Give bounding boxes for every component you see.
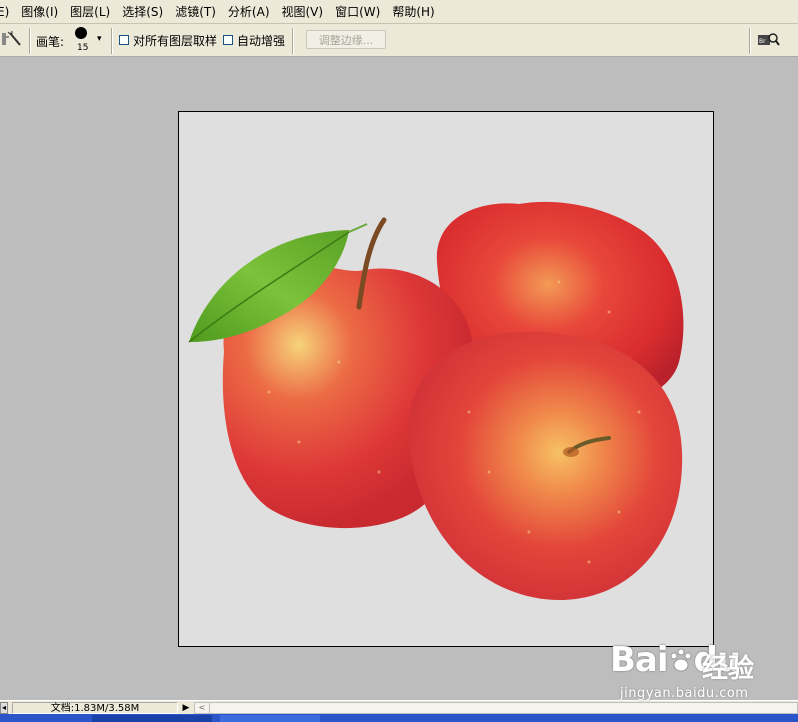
apples-image	[188, 201, 684, 601]
taskbar-button[interactable]	[92, 715, 212, 722]
separator	[111, 28, 113, 54]
brush-preview-icon[interactable]	[75, 27, 87, 39]
watermark-url: jingyan.baidu.com	[620, 686, 749, 701]
document-size-info: 文档:1.83M/3.58M	[12, 702, 178, 714]
status-left-arrow[interactable]: ◂	[0, 702, 8, 714]
brush-label: 画笔:	[36, 35, 65, 49]
menu-help[interactable]: 帮助(H)	[386, 3, 440, 20]
menu-layer[interactable]: 图层(L)	[64, 3, 116, 20]
sample-all-layers-checkbox[interactable]	[119, 35, 129, 45]
watermark-text: 经验	[702, 654, 755, 684]
status-menu-arrow[interactable]: ▶	[181, 702, 191, 714]
bridge-search-icon[interactable]: Br	[758, 32, 780, 48]
paw-icon	[670, 648, 692, 672]
menu-filter[interactable]: 滤镜(T)	[169, 3, 222, 20]
quick-selection-tool-icon[interactable]	[2, 29, 24, 51]
baidu-jingyan-watermark: Bai du 经验 jingyan.baidu.com	[610, 636, 798, 706]
separator	[749, 28, 751, 54]
svg-text:Br: Br	[759, 38, 766, 45]
taskbar	[0, 714, 798, 722]
scroll-left-button[interactable]: <	[195, 703, 210, 713]
menu-analysis[interactable]: 分析(A)	[222, 3, 276, 20]
menu-window[interactable]: 窗口(W)	[329, 3, 386, 20]
brush-size: 15	[77, 43, 89, 53]
brush-dropdown-arrow[interactable]: ▾	[97, 34, 102, 44]
refine-edge-button[interactable]: 调整边缘...	[306, 30, 386, 49]
options-bar: 画笔: 15 ▾ 对所有图层取样 自动增强 调整边缘... Br	[0, 24, 798, 57]
menu-edit[interactable]: E)	[0, 5, 15, 19]
document-canvas[interactable]	[178, 111, 714, 647]
separator	[29, 28, 31, 54]
auto-enhance-checkbox[interactable]	[223, 35, 233, 45]
auto-enhance-label: 自动增强	[237, 34, 286, 48]
menu-select[interactable]: 选择(S)	[116, 3, 169, 20]
separator	[292, 28, 294, 54]
menu-image[interactable]: 图像(I)	[15, 3, 64, 20]
menu-bar: E) 图像(I) 图层(L) 选择(S) 滤镜(T) 分析(A) 视图(V) 窗…	[0, 0, 798, 24]
taskbar-button[interactable]	[220, 715, 320, 722]
sample-all-layers-label: 对所有图层取样	[133, 34, 218, 48]
menu-view[interactable]: 视图(V)	[276, 3, 330, 20]
